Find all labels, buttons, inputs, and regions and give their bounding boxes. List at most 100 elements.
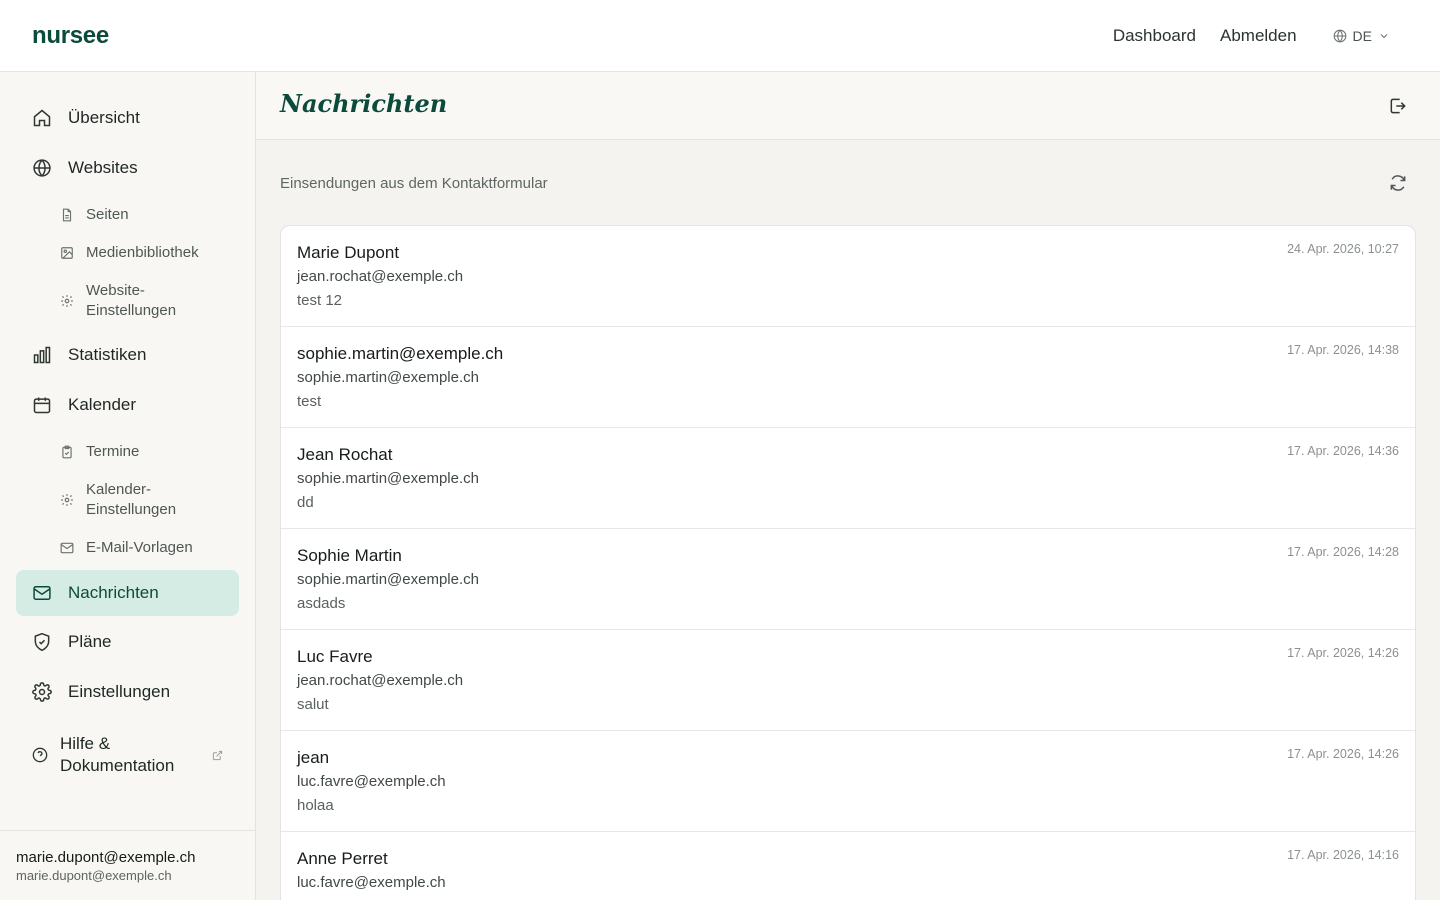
sidebar-item-settings[interactable]: Einstellungen [16, 669, 239, 715]
gear-icon [60, 493, 74, 507]
sidebar-subitem-media[interactable]: Medienbibliothek [44, 243, 234, 263]
sidebar-subitem-appointments[interactable]: Termine [44, 442, 234, 462]
page-title: Nachrichten [280, 89, 448, 118]
message-preview: asdads [297, 595, 346, 612]
page-subtitle: Einsendungen aus dem Kontaktformular [280, 175, 548, 192]
sidebar-item-label: Websites [68, 158, 138, 177]
message-item[interactable]: jean luc.favre@exemple.ch holaa 17. Apr.… [281, 731, 1415, 832]
message-item[interactable]: Marie Dupont jean.rochat@exemple.ch test… [281, 226, 1415, 327]
sidebar-item-websites[interactable]: Websites [16, 145, 239, 191]
message-date: 17. Apr. 2026, 14:38 [1287, 343, 1399, 357]
message-date: 17. Apr. 2026, 14:26 [1287, 747, 1399, 761]
sidebar: Übersicht Websites Seiten Medienbiblioth… [0, 72, 256, 900]
refresh-icon[interactable] [1388, 173, 1408, 193]
dashboard-link[interactable]: Dashboard [1113, 26, 1196, 46]
message-sender-name: jean [297, 748, 330, 767]
sidebar-item-statistics[interactable]: Statistiken [16, 332, 239, 378]
message-item[interactable]: Jean Rochat sophie.martin@exemple.ch dd … [281, 428, 1415, 529]
logout-icon[interactable] [1388, 96, 1408, 116]
message-sender-email: luc.favre@exemple.ch [297, 773, 446, 790]
sidebar-item-label: Pläne [68, 632, 112, 651]
sidebar-item-messages[interactable]: Nachrichten [16, 570, 239, 616]
message-sender-email: jean.rochat@exemple.ch [297, 672, 464, 689]
label-line: Dokumentation [60, 756, 175, 775]
message-list: Marie Dupont jean.rochat@exemple.ch test… [280, 225, 1416, 900]
home-icon [32, 108, 52, 128]
label-line: Einstellungen [86, 501, 177, 518]
sidebar-subitem-label: Termine [86, 443, 140, 460]
mail-icon [32, 583, 52, 603]
message-sender-name: sophie.martin@exemple.ch [297, 344, 504, 363]
message-item[interactable]: sophie.martin@exemple.ch sophie.martin@e… [281, 327, 1415, 428]
globe-icon [32, 158, 52, 178]
message-date: 17. Apr. 2026, 14:16 [1287, 848, 1399, 862]
message-item[interactable]: Luc Favre jean.rochat@exemple.ch salut 1… [281, 630, 1415, 731]
label-line: Einstellungen [86, 302, 177, 319]
sidebar-subitem-label: Seiten [86, 206, 129, 223]
sidebar-subitem-email-templates[interactable]: E-Mail-Vorlagen [44, 538, 234, 558]
message-sender-email: sophie.martin@exemple.ch [297, 369, 479, 386]
main-content: Nachrichten Einsendungen aus dem Kontakt… [256, 72, 1440, 900]
sidebar-subitem-label: Kalender- Einstellungen [86, 480, 176, 520]
label-line: Kalender- [86, 481, 152, 498]
sidebar-subitem-pages[interactable]: Seiten [44, 205, 234, 225]
sidebar-subitem-website-settings[interactable]: Website- Einstellungen [44, 281, 234, 321]
file-icon [60, 208, 74, 222]
message-date: 24. Apr. 2026, 10:27 [1287, 242, 1399, 256]
message-preview: test [297, 393, 322, 410]
sidebar-subitem-calendar-settings[interactable]: Kalender- Einstellungen [44, 480, 234, 520]
top-header: nursee Dashboard Abmelden DE [0, 0, 1440, 72]
gear-icon [60, 294, 74, 308]
logout-link[interactable]: Abmelden [1220, 26, 1297, 46]
message-item[interactable]: Sophie Martin sophie.martin@exemple.ch a… [281, 529, 1415, 630]
sidebar-item-label: Übersicht [68, 108, 140, 127]
language-label: DE [1352, 28, 1372, 44]
sidebar-subitem-label: E-Mail-Vorlagen [86, 539, 193, 556]
shield-icon [32, 632, 52, 652]
sidebar-item-calendar[interactable]: Kalender [16, 382, 239, 428]
sidebar-subitem-label: Website- Einstellungen [86, 281, 176, 321]
message-sender-name: Marie Dupont [297, 243, 400, 262]
message-sender-email: sophie.martin@exemple.ch [297, 571, 479, 588]
calendar-icon [32, 395, 52, 415]
sidebar-item-label: Kalender [68, 395, 137, 414]
label-line: Website- [86, 282, 145, 299]
sidebar-item-plans[interactable]: Pläne [16, 619, 239, 665]
image-icon [60, 246, 74, 260]
page-header: Nachrichten [256, 72, 1440, 140]
message-sender-email: luc.favre@exemple.ch [297, 874, 446, 891]
globe-icon [1333, 29, 1346, 43]
sidebar-item-overview[interactable]: Übersicht [16, 95, 239, 141]
message-sender-name: Luc Favre [297, 647, 373, 666]
sidebar-item-label: Einstellungen [68, 682, 171, 701]
message-sender-email: jean.rochat@exemple.ch [297, 268, 464, 285]
message-preview: dd [297, 494, 314, 511]
language-selector[interactable]: DE [1333, 28, 1396, 44]
user-profile[interactable]: marie.dupont@exemple.ch marie.dupont@exe… [0, 830, 255, 900]
message-sender-email: sophie.martin@exemple.ch [297, 470, 479, 487]
external-link-icon [212, 750, 223, 761]
message-item[interactable]: Anne Perret luc.favre@exemple.ch 17. Apr… [281, 832, 1415, 900]
sidebar-item-help[interactable]: Hilfe & Dokumentation [16, 725, 239, 785]
chevron-down-icon [1380, 34, 1388, 39]
app-logo[interactable]: nursee [32, 22, 109, 50]
message-sender-name: Jean Rochat [297, 445, 393, 464]
gear-icon [32, 682, 52, 702]
top-nav: Dashboard Abmelden DE [1089, 0, 1396, 72]
message-sender-name: Anne Perret [297, 849, 388, 868]
message-date: 17. Apr. 2026, 14:28 [1287, 545, 1399, 559]
clipboard-icon [60, 445, 74, 459]
sidebar-item-label: Statistiken [68, 345, 147, 364]
user-email: marie.dupont@exemple.ch [16, 868, 172, 883]
mail-icon [60, 541, 74, 555]
bar-chart-icon [32, 345, 52, 365]
message-sender-name: Sophie Martin [297, 546, 402, 565]
user-name: marie.dupont@exemple.ch [16, 849, 196, 866]
help-circle-icon [32, 747, 48, 763]
message-date: 17. Apr. 2026, 14:26 [1287, 646, 1399, 660]
message-date: 17. Apr. 2026, 14:36 [1287, 444, 1399, 458]
sidebar-subitem-label: Medienbibliothek [86, 244, 199, 261]
message-preview: test 12 [297, 292, 343, 309]
label-line: Hilfe & [60, 734, 111, 753]
message-preview: salut [297, 696, 329, 713]
